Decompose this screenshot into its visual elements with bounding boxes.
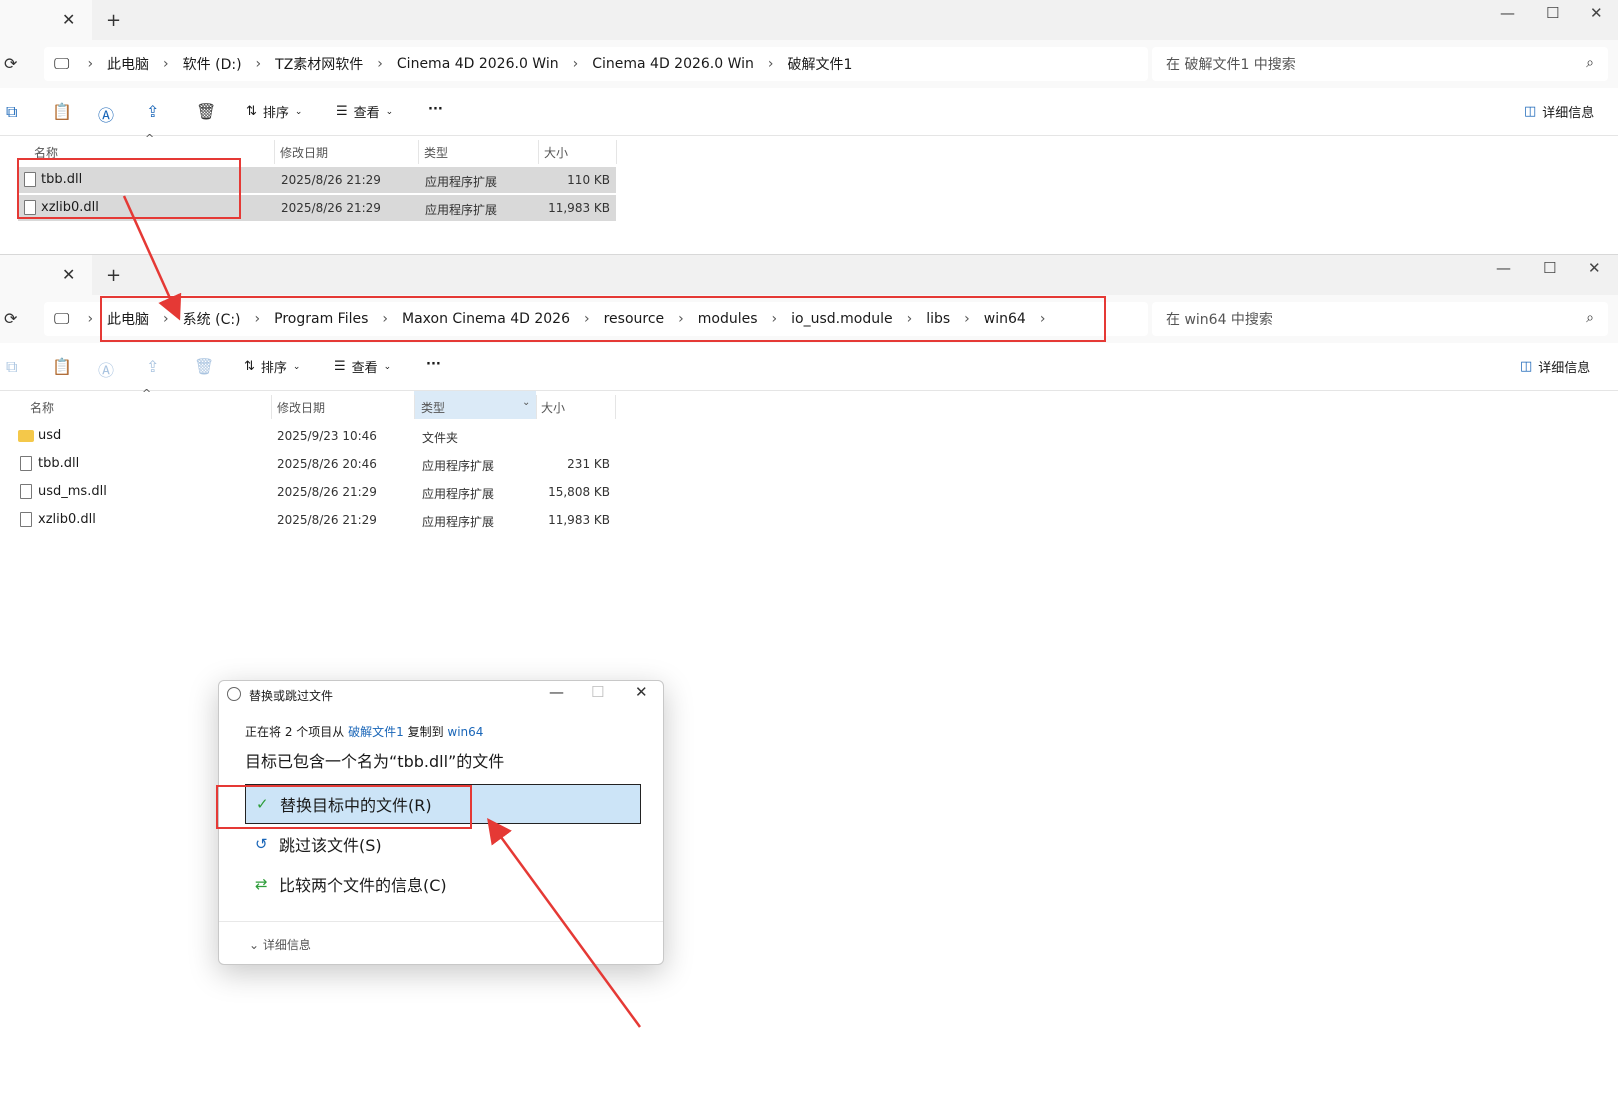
arrow-to-replace [487, 817, 642, 1028]
arrow-to-dest [122, 195, 182, 321]
annotation-arrows [122, 195, 642, 1028]
